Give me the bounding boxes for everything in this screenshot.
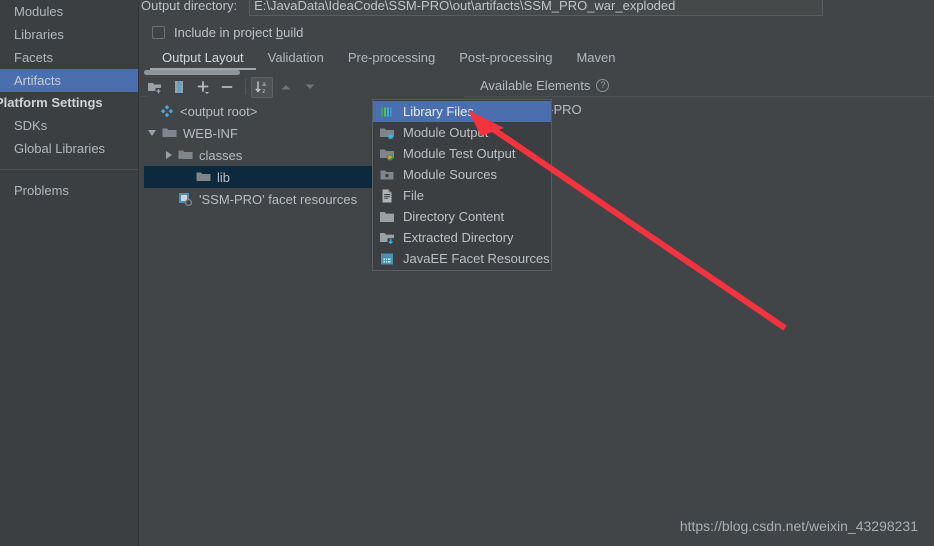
folder-icon	[178, 148, 193, 162]
menu-item-module-output[interactable]: Module Output	[373, 122, 551, 143]
javaee-facet-resources-icon	[379, 251, 395, 267]
include-in-project-build-checkbox[interactable]	[152, 25, 165, 39]
menu-item-label: File	[403, 188, 424, 203]
menu-item-label: Module Test Output	[403, 146, 516, 161]
menu-item-label: JavaEE Facet Resources	[403, 251, 550, 266]
settings-sidebar: Modules Libraries Facets Artifacts Platf…	[0, 0, 139, 546]
tab-output-layout[interactable]: Output Layout	[150, 48, 256, 70]
move-down-icon[interactable]	[299, 77, 321, 98]
tab-validation[interactable]: Validation	[256, 48, 336, 70]
horizontal-scrollbar-thumb[interactable]	[144, 70, 240, 75]
available-elements-divider	[464, 96, 934, 97]
include-label-pre: Include in project	[174, 24, 276, 40]
sidebar-item-label: Facets	[14, 50, 54, 65]
screenshot-root: Modules Libraries Facets Artifacts Platf…	[0, 0, 934, 546]
menu-item-javaee-facet-resources[interactable]: JavaEE Facet Resources	[373, 248, 551, 269]
file-icon	[379, 188, 395, 204]
svg-text:a: a	[262, 81, 266, 88]
sidebar-item-label: Global Libraries	[14, 141, 106, 156]
menu-item-label: Module Output	[403, 125, 489, 140]
tab-maven[interactable]: Maven	[564, 48, 627, 70]
menu-item-file[interactable]: File	[373, 185, 551, 206]
add-archive-icon[interactable]	[168, 77, 190, 98]
sidebar-header-platform-settings: Platform Settings	[0, 95, 103, 110]
artifacts-main-panel: Output directory: E:\JavaData\IdeaCode\S…	[140, 0, 934, 546]
chevron-down-icon[interactable]	[148, 130, 156, 136]
tree-row-label: <output root>	[180, 103, 258, 119]
sidebar-item-label: Libraries	[14, 27, 64, 42]
directory-content-icon	[379, 209, 395, 225]
sidebar-item-modules[interactable]: Modules	[0, 0, 138, 23]
sidebar-item-label: Problems	[14, 183, 69, 198]
folder-icon	[196, 170, 211, 184]
menu-item-label: Extracted Directory	[403, 230, 514, 245]
tab-pre-processing[interactable]: Pre-processing	[336, 48, 447, 70]
add-icon[interactable]	[192, 77, 214, 98]
tree-row-label: WEB-INF	[183, 125, 238, 141]
sidebar-item-facets[interactable]: Facets	[0, 46, 138, 69]
sort-alphabetically-icon[interactable]: a z	[251, 76, 273, 98]
sidebar-item-label: SDKs	[14, 118, 48, 133]
available-elements-title: Available Elements	[480, 78, 591, 93]
menu-item-library-files[interactable]: Library Files	[373, 101, 551, 122]
sidebar-item-problems[interactable]: Problems	[0, 179, 138, 202]
menu-item-label: Directory Content	[403, 209, 505, 224]
add-directory-icon[interactable]	[144, 77, 166, 98]
output-directory-input[interactable]: E:\JavaData\IdeaCode\SSM-PRO\out\artifac…	[249, 0, 824, 16]
sidebar-item-sdks[interactable]: SDKs	[0, 114, 138, 137]
svg-text:z: z	[262, 88, 265, 95]
help-icon[interactable]: ?	[596, 79, 610, 92]
toolbar-separator	[245, 79, 246, 95]
menu-item-extracted-directory[interactable]: Extracted Directory	[373, 227, 551, 248]
menu-item-label: Library Files	[403, 104, 474, 119]
tree-row-label: 'SSM-PRO' facet resources	[199, 191, 358, 207]
menu-item-module-sources[interactable]: Module Sources	[373, 164, 551, 185]
sidebar-item-global-libraries[interactable]: Global Libraries	[0, 137, 138, 160]
include-in-project-build-label: Include in project build	[174, 25, 303, 40]
artifact-tabs: Output Layout Validation Pre-processing …	[150, 48, 628, 72]
include-in-project-build-row[interactable]: Include in project build	[152, 22, 303, 42]
sidebar-item-artifacts[interactable]: Artifacts	[0, 69, 138, 92]
folder-icon	[162, 126, 177, 140]
tree-row-label: classes	[199, 147, 243, 163]
module-output-icon	[379, 125, 395, 141]
tree-row-label: lib	[217, 169, 231, 185]
module-test-output-icon	[379, 146, 395, 162]
watermark-text: https://blog.csdn.net/weixin_43298231	[679, 518, 918, 534]
output-layout-toolbar: a z	[144, 76, 323, 98]
include-label-post: uild	[283, 24, 304, 40]
sidebar-item-libraries[interactable]: Libraries	[0, 23, 138, 46]
move-up-icon[interactable]	[275, 77, 297, 98]
sidebar-divider	[0, 169, 138, 170]
toolbar-underline	[140, 96, 148, 97]
sidebar-item-label: Modules	[14, 4, 64, 19]
module-sources-icon	[379, 167, 395, 183]
add-element-popup-menu: Library Files Module Output Module Test …	[372, 99, 552, 271]
tab-post-processing[interactable]: Post-processing	[447, 48, 564, 70]
available-elements-header: Available Elements ?	[480, 78, 610, 93]
output-directory-row: Output directory: E:\JavaData\IdeaCode\S…	[141, 0, 824, 16]
menu-item-module-test-output[interactable]: Module Test Output	[373, 143, 551, 164]
remove-icon[interactable]	[216, 77, 238, 98]
library-files-icon	[379, 104, 395, 120]
artifact-icon	[160, 104, 174, 118]
chevron-right-icon[interactable]	[166, 151, 172, 159]
output-directory-label: Output directory:	[141, 0, 238, 13]
javaee-facet-icon	[178, 192, 193, 207]
menu-item-directory-content[interactable]: Directory Content	[373, 206, 551, 227]
extracted-directory-icon	[379, 230, 395, 246]
menu-item-label: Module Sources	[403, 167, 497, 182]
sidebar-item-label: Artifacts	[14, 73, 61, 88]
